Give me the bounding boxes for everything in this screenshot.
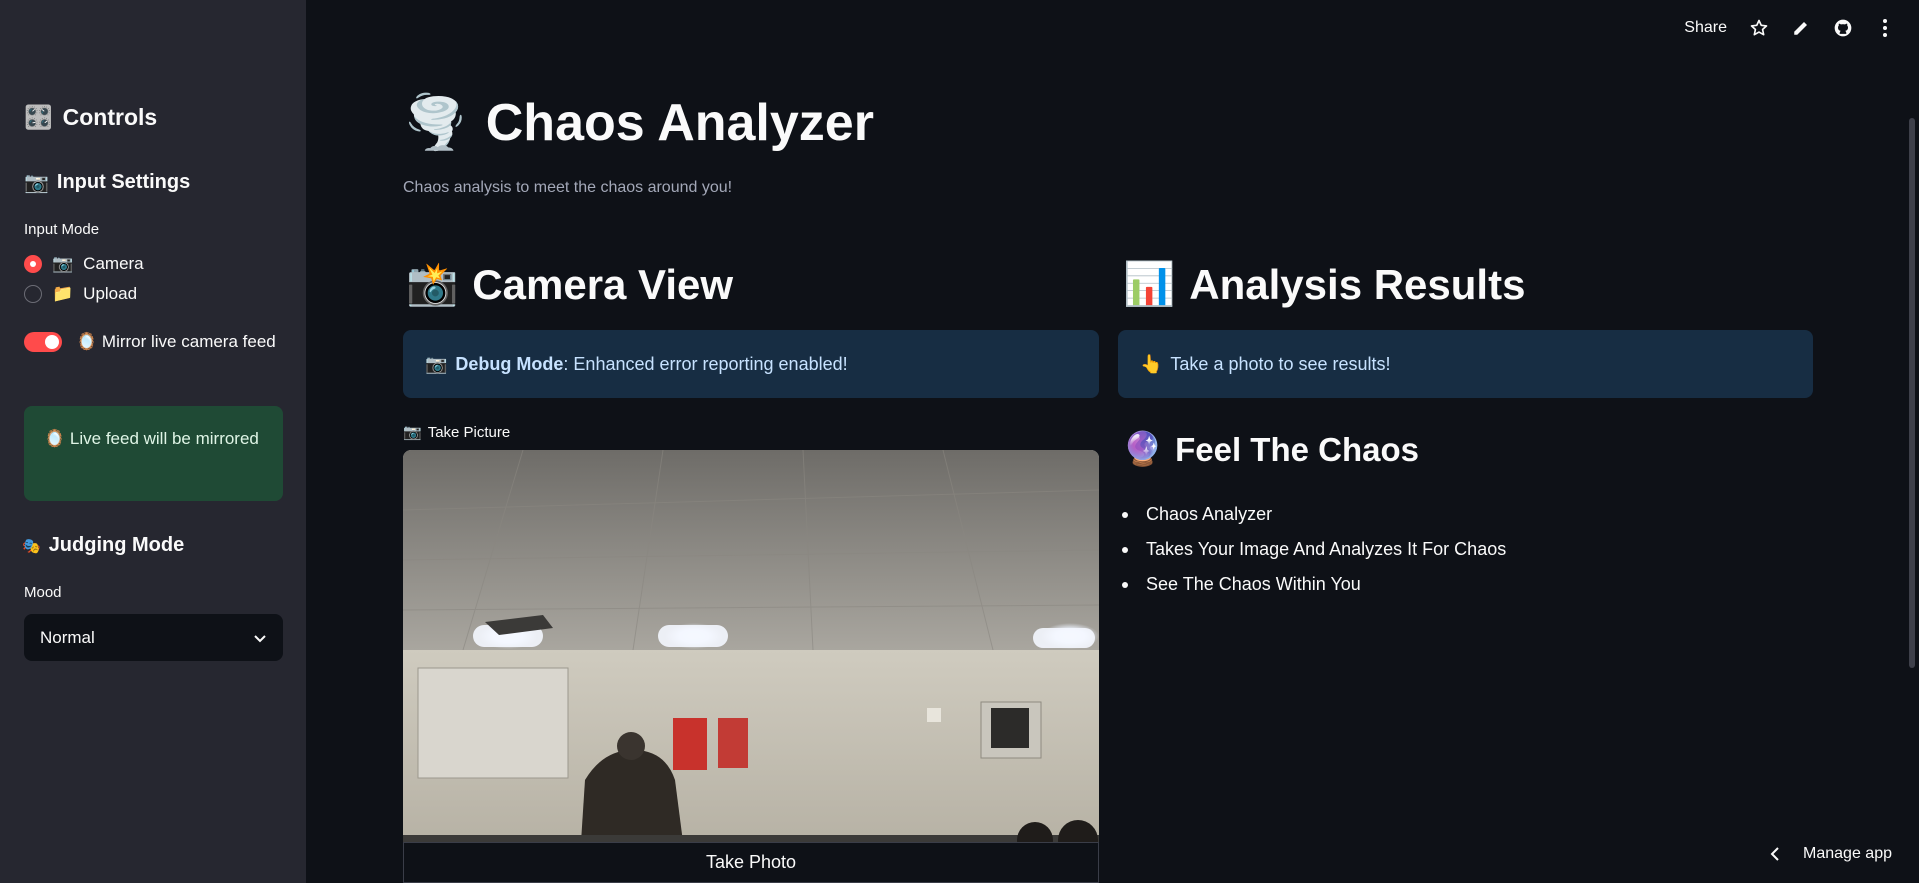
pointing-up-icon: 👆: [1140, 353, 1163, 374]
take-picture-text: Take Picture: [427, 423, 511, 441]
camera-preview-image: [403, 450, 1099, 842]
mirror-toggle[interactable]: [24, 332, 62, 352]
take-photo-button[interactable]: Take Photo: [403, 842, 1099, 883]
camera-icon: 📷: [24, 172, 49, 194]
page-title-text: Chaos Analyzer: [485, 93, 874, 152]
chevron-left-icon: [1770, 847, 1779, 861]
star-icon[interactable]: [1749, 18, 1769, 38]
app-root: 🎛️ Controls 📷 Input Settings Input Mode …: [0, 0, 1919, 883]
theater-masks-icon: 🎭: [22, 537, 41, 555]
mirror-label-text: Mirror live camera feed: [101, 332, 276, 351]
camera-icon: 📷: [425, 353, 448, 374]
camera-view-heading: 📸 Camera View: [406, 260, 733, 309]
list-item: See The Chaos Within You: [1122, 567, 1506, 602]
list-item: Takes Your Image And Analyzes It For Cha…: [1122, 532, 1506, 567]
camera-view-title: Camera View: [472, 260, 734, 308]
github-icon[interactable]: [1833, 18, 1853, 38]
edit-icon[interactable]: [1791, 18, 1811, 38]
radio-camera[interactable]: 📷 Camera: [24, 254, 144, 274]
judging-mode-heading: 🎭 Judging Mode: [22, 534, 184, 557]
manage-app-label: Manage app: [1803, 845, 1892, 862]
sidebar: 🎛️ Controls 📷 Input Settings Input Mode …: [0, 0, 306, 883]
mirror-toggle-row[interactable]: 🪞 Mirror live camera feed: [24, 328, 284, 356]
debug-mode-label: Debug Mode: [455, 353, 564, 374]
folder-icon: 📁: [52, 284, 74, 303]
mirror-icon: 🪞: [76, 332, 98, 351]
list-item: Chaos Analyzer: [1122, 497, 1506, 532]
radio-unselected-icon[interactable]: [24, 285, 42, 303]
debug-detail: : Enhanced error reporting enabled!: [563, 353, 848, 374]
more-vert-icon[interactable]: [1875, 18, 1895, 38]
controls-heading: 🎛️ Controls: [24, 104, 157, 131]
mood-label: Mood: [24, 584, 62, 601]
input-settings-heading: 📷 Input Settings: [24, 170, 190, 195]
results-info-alert: 👆 Take a photo to see results!: [1118, 330, 1813, 398]
radio-upload-label: Upload: [83, 284, 138, 303]
page-subtitle: Chaos analysis to meet the chaos around …: [403, 179, 733, 196]
radio-upload[interactable]: 📁 Upload: [24, 284, 137, 304]
judging-mode-title: Judging Mode: [48, 534, 185, 556]
camera-flash-icon: 📸: [406, 260, 459, 307]
chevron-down-icon: [254, 634, 266, 642]
mirror-label: 🪞 Mirror live camera feed: [76, 328, 276, 356]
radio-selected-icon[interactable]: [24, 255, 42, 273]
debug-info-alert: 📷 Debug Mode: Enhanced error reporting e…: [403, 330, 1099, 398]
mood-selected-value: Normal: [40, 627, 95, 647]
radio-camera-label: Camera: [83, 254, 144, 273]
scrollbar[interactable]: [1909, 118, 1915, 668]
input-mode-label: Input Mode: [24, 221, 100, 238]
results-alert-text: Take a photo to see results!: [1170, 353, 1391, 374]
bar-chart-icon: 📊: [1123, 260, 1176, 307]
chaos-bullet-list: Chaos Analyzer Takes Your Image And Anal…: [1122, 497, 1506, 602]
analysis-results-title: Analysis Results: [1189, 260, 1526, 308]
camera-icon: 📷: [52, 254, 74, 273]
mirror-alert-text: Live feed will be mirrored: [69, 429, 259, 448]
camera-feed[interactable]: [403, 450, 1099, 842]
mirror-success-alert: 🪞 Live feed will be mirrored: [24, 406, 283, 501]
take-picture-label: 📷 Take Picture: [403, 423, 511, 442]
mirror-icon: 🪞: [44, 429, 66, 448]
input-settings-title: Input Settings: [56, 171, 191, 193]
header-toolbar: Share: [1684, 18, 1895, 38]
mood-select[interactable]: Normal: [24, 614, 283, 661]
feel-the-chaos-heading: 🔮 Feel The Chaos: [1122, 430, 1419, 469]
manage-app-button[interactable]: Manage app: [1769, 845, 1892, 863]
control-knobs-icon: 🎛️: [24, 104, 53, 130]
feel-the-chaos-title: Feel The Chaos: [1175, 430, 1419, 468]
page-title: 🌪️ Chaos Analyzer: [403, 92, 874, 153]
analysis-results-heading: 📊 Analysis Results: [1123, 260, 1525, 309]
share-button[interactable]: Share: [1684, 19, 1727, 37]
controls-title: Controls: [62, 104, 158, 130]
tornado-icon: 🌪️: [403, 94, 468, 152]
crystal-ball-icon: 🔮: [1122, 430, 1164, 467]
camera-icon: 📷: [403, 424, 422, 441]
debug-alert-text: Debug Mode: Enhanced error reporting ena…: [455, 354, 847, 375]
